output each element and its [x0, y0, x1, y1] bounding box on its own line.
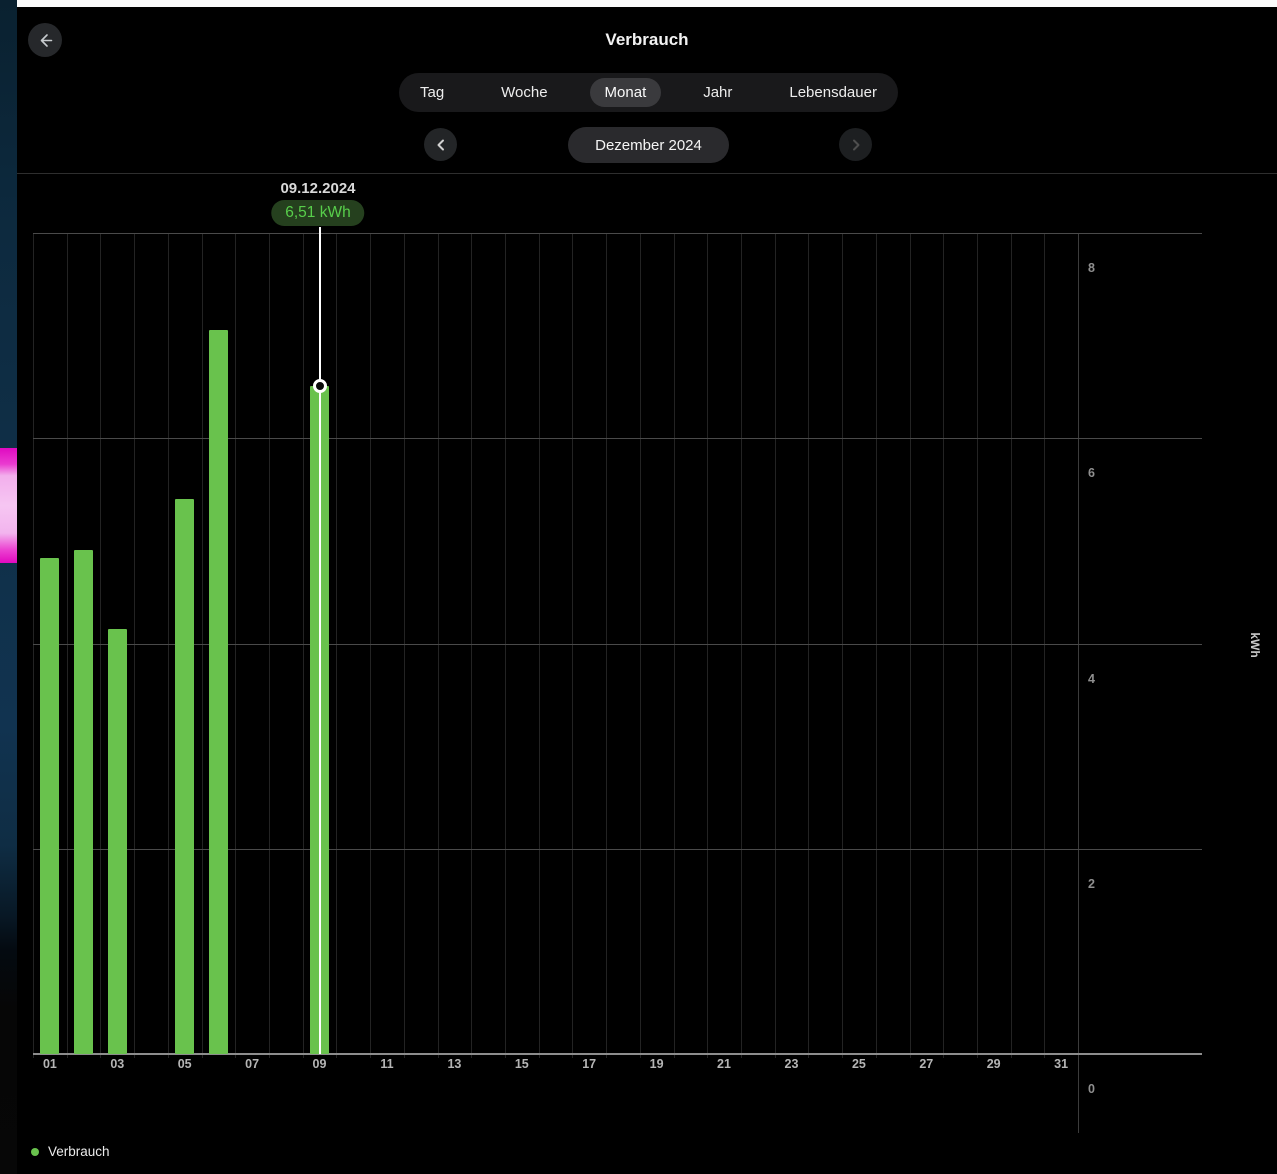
vertical-gridline: [606, 233, 608, 1058]
vertical-gridline: [707, 233, 709, 1058]
vertical-gridline: [538, 233, 540, 1058]
vertical-gridline: [66, 233, 68, 1058]
vertical-gridline: [235, 233, 237, 1058]
vertical-gridline: [269, 233, 270, 1058]
y-axis-tick-label: 8: [1088, 261, 1095, 275]
vertical-gridline: [336, 233, 338, 1058]
vertical-gridline: [976, 233, 978, 1058]
x-axis-tick-label: 31: [1054, 1057, 1069, 1071]
tooltip-value-badge: 6,51 kWh: [271, 200, 365, 226]
vertical-gridline: [1010, 233, 1012, 1058]
vertical-gridline: [673, 233, 675, 1058]
selection-indicator-line: [318, 227, 321, 1054]
vertical-gridline: [943, 233, 945, 1058]
bar-day-05[interactable]: [175, 498, 195, 1054]
app-root: Verbrauch Tag Woche Monat Jahr Lebensdauer D…: [0, 0, 1277, 1174]
vertical-gridline: [774, 233, 776, 1058]
y-axis-tick-label: 4: [1088, 671, 1095, 686]
x-axis-tick-label: 05: [177, 1057, 192, 1071]
vertical-gridline: [100, 233, 102, 1058]
vertical-gridline: [875, 233, 877, 1058]
x-axis-tick-label: 21: [717, 1057, 731, 1071]
y-axis-tick-label: 0: [1088, 1082, 1095, 1096]
vertical-gridline: [302, 233, 304, 1058]
bar-day-01[interactable]: [40, 558, 60, 1054]
vertical-gridline: [909, 233, 911, 1058]
y-axis-tick-label: 2: [1088, 876, 1095, 891]
x-axis-tick-label: 19: [649, 1057, 664, 1071]
x-axis-tick-label: 23: [784, 1057, 799, 1071]
vertical-gridline: [134, 233, 136, 1058]
legend-dot-icon: [31, 1147, 39, 1156]
x-axis-tick-label: 15: [514, 1057, 529, 1071]
vertical-gridline: [639, 233, 641, 1058]
vertical-gridline: [504, 233, 506, 1058]
vertical-gridline: [403, 233, 405, 1058]
y-axis-unit-label: kWh: [1248, 632, 1262, 658]
y-axis-tick-label: 6: [1088, 466, 1095, 481]
x-axis-tick-label: 09: [312, 1057, 327, 1071]
vertical-gridline: [33, 233, 34, 1058]
x-axis-tick-label: 03: [110, 1057, 125, 1071]
x-axis-tick-label: 07: [245, 1057, 260, 1071]
vertical-gridline: [471, 233, 473, 1058]
x-axis-tick-label: 01: [42, 1057, 57, 1071]
bar-day-02[interactable]: [74, 550, 94, 1054]
consumption-bar-chart: 09.12.2024 6,51 kWh kWh 0 2 4 6 8 01 03 05 07 09 1…: [0, 0, 1277, 1174]
vertical-gridline: [370, 233, 372, 1058]
x-axis-tick-label: 13: [447, 1057, 462, 1071]
vertical-gridline: [437, 233, 439, 1058]
legend: Verbrauch: [31, 1144, 110, 1159]
vertical-gridline: [842, 233, 843, 1058]
vertical-gridline: [1078, 233, 1079, 1133]
bar-day-03[interactable]: [107, 629, 127, 1054]
vertical-gridline: [740, 233, 742, 1058]
legend-label: Verbrauch: [48, 1144, 110, 1159]
vertical-gridline: [1044, 233, 1046, 1058]
horizontal-gridline: [33, 233, 1202, 234]
vertical-gridline: [167, 233, 169, 1058]
x-axis-tick-label: 25: [851, 1057, 866, 1071]
x-axis-tick-label: 11: [380, 1057, 394, 1071]
vertical-gridline: [808, 233, 810, 1058]
x-axis-tick-label: 27: [919, 1057, 934, 1071]
x-axis-tick-label: 17: [582, 1057, 597, 1071]
x-axis-tick-label: 29: [986, 1057, 1001, 1071]
vertical-gridline: [572, 233, 574, 1058]
selection-marker-dot: [312, 378, 327, 393]
vertical-gridline: [201, 233, 203, 1058]
tooltip-date: 09.12.2024: [280, 180, 356, 197]
bar-day-06[interactable]: [208, 329, 228, 1054]
